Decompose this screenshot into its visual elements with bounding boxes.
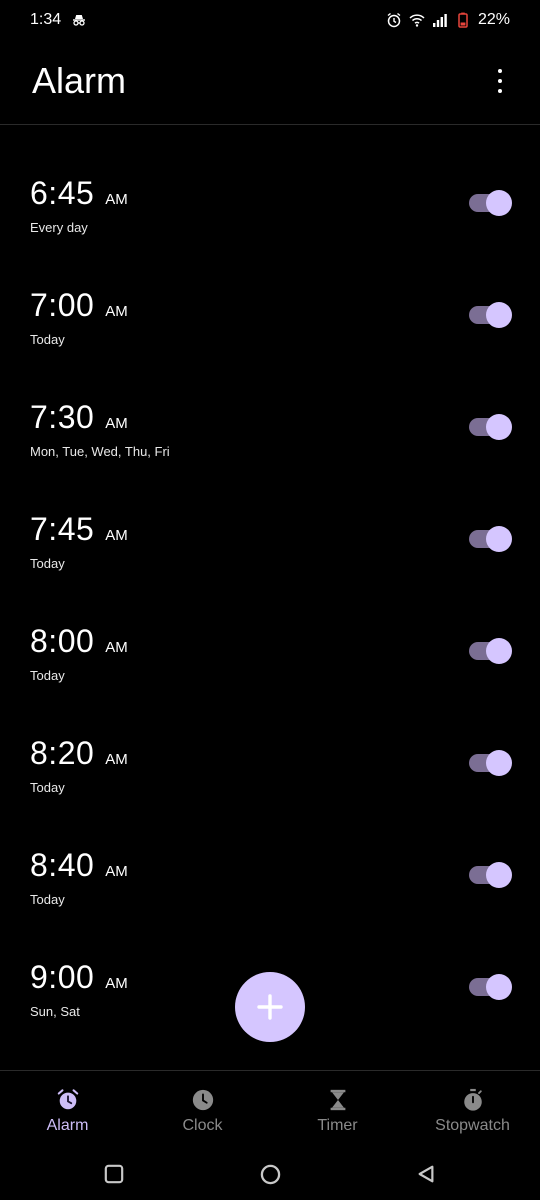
recents-square-icon — [104, 1164, 124, 1184]
alarm-time[interactable]: 7:45 — [30, 511, 94, 548]
incognito-icon — [71, 12, 87, 28]
add-alarm-button[interactable] — [235, 972, 305, 1042]
back-button[interactable] — [411, 1159, 441, 1189]
tab-timer[interactable]: Timer — [270, 1071, 405, 1145]
alarm-item[interactable]: 8:20 AM Today — [0, 707, 540, 819]
home-circle-icon — [260, 1164, 280, 1184]
alarm-item[interactable]: 8:00 AM Today — [0, 595, 540, 707]
more-options-button[interactable] — [490, 66, 510, 96]
status-right: 22% — [386, 11, 510, 29]
alarm-time[interactable]: 6:45 — [30, 175, 94, 212]
stopwatch-icon — [460, 1087, 486, 1113]
alarm-time[interactable]: 8:40 — [30, 847, 94, 884]
toggle-thumb — [486, 526, 512, 552]
bottom-nav: Alarm Clock Timer Stopwatch — [0, 1070, 540, 1145]
tab-label: Alarm — [46, 1117, 89, 1134]
alarm-repeat-days: Sun, Sat — [30, 1004, 80, 1019]
alarm-item[interactable]: 8:40 AM Today — [0, 819, 540, 931]
toggle-thumb — [486, 302, 512, 328]
alarm-toggle[interactable] — [469, 862, 512, 888]
status-left: 1:34 — [30, 11, 87, 29]
alarm-toggle[interactable] — [469, 190, 512, 216]
back-triangle-icon — [418, 1165, 434, 1183]
tab-clock[interactable]: Clock — [135, 1071, 270, 1145]
alarm-time[interactable]: 9:00 — [30, 959, 94, 996]
alarm-ampm: AM — [105, 191, 128, 208]
alarm-time-row: 9:00 AM — [30, 959, 128, 996]
tab-stopwatch[interactable]: Stopwatch — [405, 1071, 540, 1145]
tab-label: Stopwatch — [435, 1117, 510, 1134]
wifi-icon — [409, 12, 425, 28]
alarm-time[interactable]: 8:00 — [30, 623, 94, 660]
clock-icon — [190, 1087, 216, 1113]
app-bar: Alarm — [0, 40, 540, 125]
alarm-ampm: AM — [105, 527, 128, 544]
alarm-ampm: AM — [105, 303, 128, 320]
alarm-time-row: 7:30 AM — [30, 399, 128, 436]
alarm-item[interactable]: 6:45 AM Every day — [0, 147, 540, 259]
alarm-time[interactable]: 8:20 — [30, 735, 94, 772]
alarm-item[interactable]: 7:00 AM Today — [0, 259, 540, 371]
battery-percent: 22% — [477, 11, 510, 28]
recents-button[interactable] — [99, 1159, 129, 1189]
alarm-ampm: AM — [105, 415, 128, 432]
alarm-time-row: 8:20 AM — [30, 735, 128, 772]
alarm-time-row: 7:00 AM — [30, 287, 128, 324]
status-bar: 1:34 22% — [0, 0, 540, 40]
alarm-ampm: AM — [105, 751, 128, 768]
tab-label: Timer — [317, 1117, 358, 1134]
toggle-thumb — [486, 638, 512, 664]
alarm-repeat-days: Today — [30, 332, 65, 347]
alarm-toggle[interactable] — [469, 750, 512, 776]
alarm-toggle[interactable] — [469, 526, 512, 552]
alarm-time[interactable]: 7:00 — [30, 287, 94, 324]
alarm-item[interactable]: 7:45 AM Today — [0, 483, 540, 595]
alarm-toggle[interactable] — [469, 302, 512, 328]
alarm-time-row: 8:40 AM — [30, 847, 128, 884]
alarm-repeat-days: Today — [30, 556, 65, 571]
toggle-thumb — [486, 862, 512, 888]
alarm-item[interactable]: 7:30 AM Mon, Tue, Wed, Thu, Fri — [0, 371, 540, 483]
alarm-toggle[interactable] — [469, 414, 512, 440]
more-vertical-icon — [498, 69, 502, 73]
alarm-repeat-days: Mon, Tue, Wed, Thu, Fri — [30, 444, 170, 459]
toggle-thumb — [486, 414, 512, 440]
alarm-repeat-days: Today — [30, 780, 65, 795]
alarm-clock-icon — [55, 1087, 81, 1113]
signal-icon — [432, 12, 448, 28]
toggle-thumb — [486, 974, 512, 1000]
toggle-thumb — [486, 190, 512, 216]
alarm-time-row: 6:45 AM — [30, 175, 128, 212]
page-title: Alarm — [32, 60, 127, 101]
battery-low-icon — [455, 12, 471, 28]
toggle-thumb — [486, 750, 512, 776]
alarm-repeat-days: Today — [30, 892, 65, 907]
home-button[interactable] — [255, 1159, 285, 1189]
alarm-repeat-days: Every day — [30, 220, 88, 235]
system-nav-bar — [0, 1148, 540, 1200]
alarm-toggle[interactable] — [469, 638, 512, 664]
alarm-ampm: AM — [105, 863, 128, 880]
alarm-repeat-days: Today — [30, 668, 65, 683]
tab-alarm[interactable]: Alarm — [0, 1071, 135, 1145]
alarm-toggle[interactable] — [469, 974, 512, 1000]
status-time: 1:34 — [30, 11, 62, 28]
plus-icon — [257, 994, 283, 1020]
alarm-time-row: 8:00 AM — [30, 623, 128, 660]
tab-label: Clock — [182, 1117, 223, 1134]
alarm-status-icon — [386, 12, 402, 28]
alarm-ampm: AM — [105, 639, 128, 656]
alarm-ampm: AM — [105, 975, 128, 992]
alarm-time[interactable]: 7:30 — [30, 399, 94, 436]
alarm-list: 6:45 AM Every day 7:00 AM Today 7:30 AM … — [0, 147, 540, 1043]
alarm-time-row: 7:45 AM — [30, 511, 128, 548]
hourglass-icon — [325, 1087, 351, 1113]
